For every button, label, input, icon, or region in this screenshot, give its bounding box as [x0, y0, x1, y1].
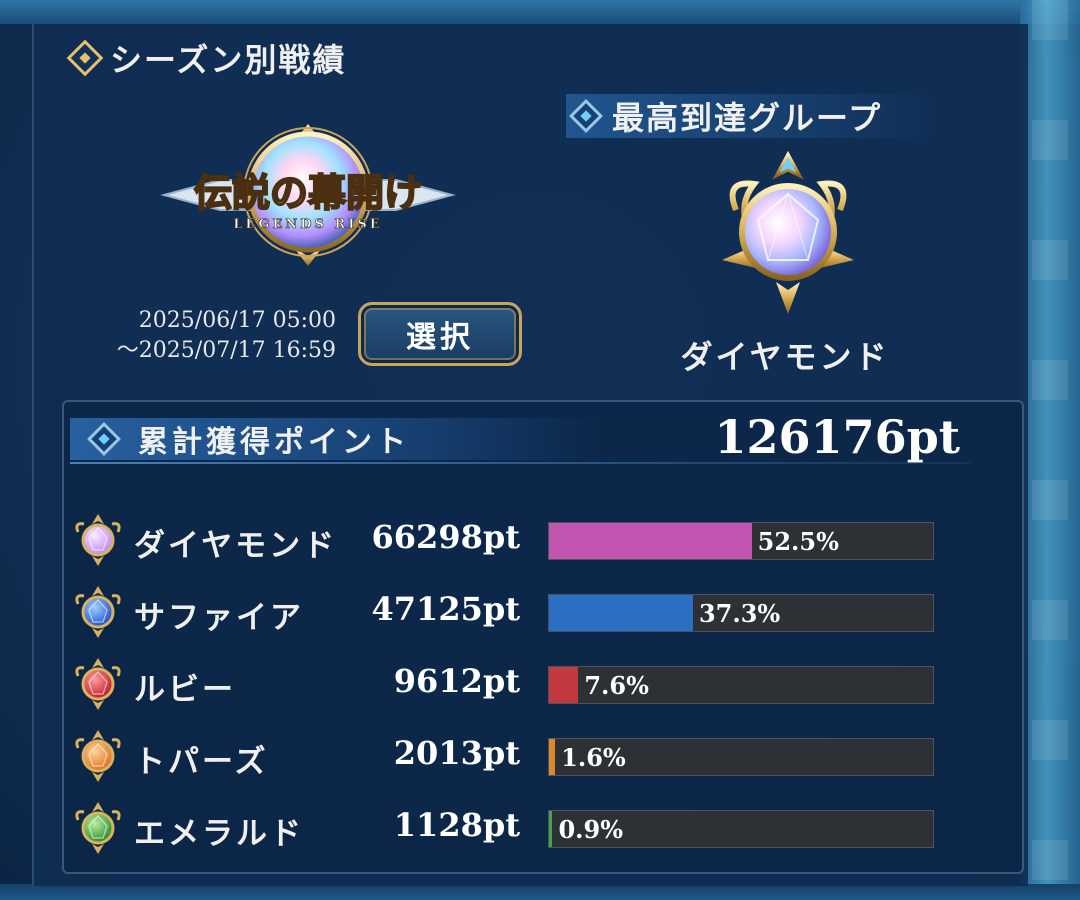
gem-group-name: トパーズ [134, 744, 269, 780]
gem-group-name: エメラルド [134, 816, 304, 852]
season-start-date: 2025/06/17 05:00 [138, 308, 336, 333]
percentage-bar-fill [549, 739, 556, 775]
percentage-bar-fill [549, 523, 752, 559]
best-group-header: 最高到達グループ [566, 94, 946, 138]
total-points-header: 累計獲得ポイント [70, 418, 600, 460]
percentage-label: 37.3% [698, 599, 781, 628]
ruby-gem-icon [75, 658, 121, 710]
gem-group-points: 47125pt [371, 590, 520, 628]
gem-group-points: 66298pt [371, 518, 520, 556]
right-decorative-strip [1020, 0, 1080, 900]
best-group-title: 最高到達グループ [612, 99, 883, 137]
percentage-bar: 1.6% [548, 738, 934, 776]
divider [70, 462, 970, 464]
diamond-rank-emblem-icon [722, 150, 854, 314]
section-title: シーズン別戦績 [66, 36, 347, 80]
best-group-name: ダイヤモンド [680, 338, 890, 376]
percentage-label: 0.9% [558, 815, 624, 844]
point-row: トパーズ 2013pt 1.6% [70, 728, 950, 784]
point-row: ダイヤモンド 66298pt 52.5% [70, 512, 950, 568]
percentage-bar: 7.6% [548, 666, 934, 704]
season-logo-subtitle: LEGENDS RISE [233, 217, 382, 232]
percentage-bar-fill [549, 667, 579, 703]
gold-diamond-icon [66, 39, 104, 77]
total-points-value: 126176pt [714, 410, 960, 464]
top-frame [0, 0, 1080, 24]
season-logo: 伝説の幕開け LEGENDS RISE [160, 124, 456, 266]
gem-group-points: 2013pt [393, 734, 520, 772]
select-season-button[interactable]: 選択 [358, 302, 522, 366]
blue-diamond-icon [87, 422, 121, 456]
point-row: サファイア 47125pt 37.3% [70, 584, 950, 640]
gem-group-name: ルビー [134, 672, 236, 708]
gem-group-name: サファイア [134, 600, 304, 636]
season-period: 2025/06/17 05:00 ～2025/07/17 16:59 [96, 306, 336, 366]
total-points-label: 累計獲得ポイント [138, 425, 410, 460]
blue-diamond-icon [569, 99, 603, 133]
topaz-gem-icon [75, 730, 121, 782]
sapphire-gem-icon [75, 586, 121, 638]
percentage-label: 1.6% [561, 743, 626, 772]
point-row: ルビー 9612pt 7.6% [70, 656, 950, 712]
gem-group-name: ダイヤモンド [134, 528, 338, 564]
percentage-bar: 0.9% [548, 810, 934, 848]
section-title-text: シーズン別戦績 [110, 41, 347, 79]
percentage-bar-fill [549, 595, 693, 631]
percentage-bar: 52.5% [548, 522, 934, 560]
diamond-gem-icon [75, 514, 121, 566]
percentage-bar: 37.3% [548, 594, 934, 632]
season-logo-title: 伝説の幕開け [194, 170, 422, 215]
point-row: エメラルド 1128pt 0.9% [70, 800, 950, 856]
percentage-bar-fill [549, 811, 553, 847]
gem-group-points: 9612pt [393, 662, 520, 700]
gem-group-points: 1128pt [393, 806, 520, 844]
season-end-date: ～2025/07/17 16:59 [116, 338, 336, 363]
percentage-label: 52.5% [757, 527, 839, 556]
emerald-gem-icon [75, 802, 121, 854]
percentage-label: 7.6% [584, 671, 649, 700]
bottom-frame [0, 884, 1080, 900]
